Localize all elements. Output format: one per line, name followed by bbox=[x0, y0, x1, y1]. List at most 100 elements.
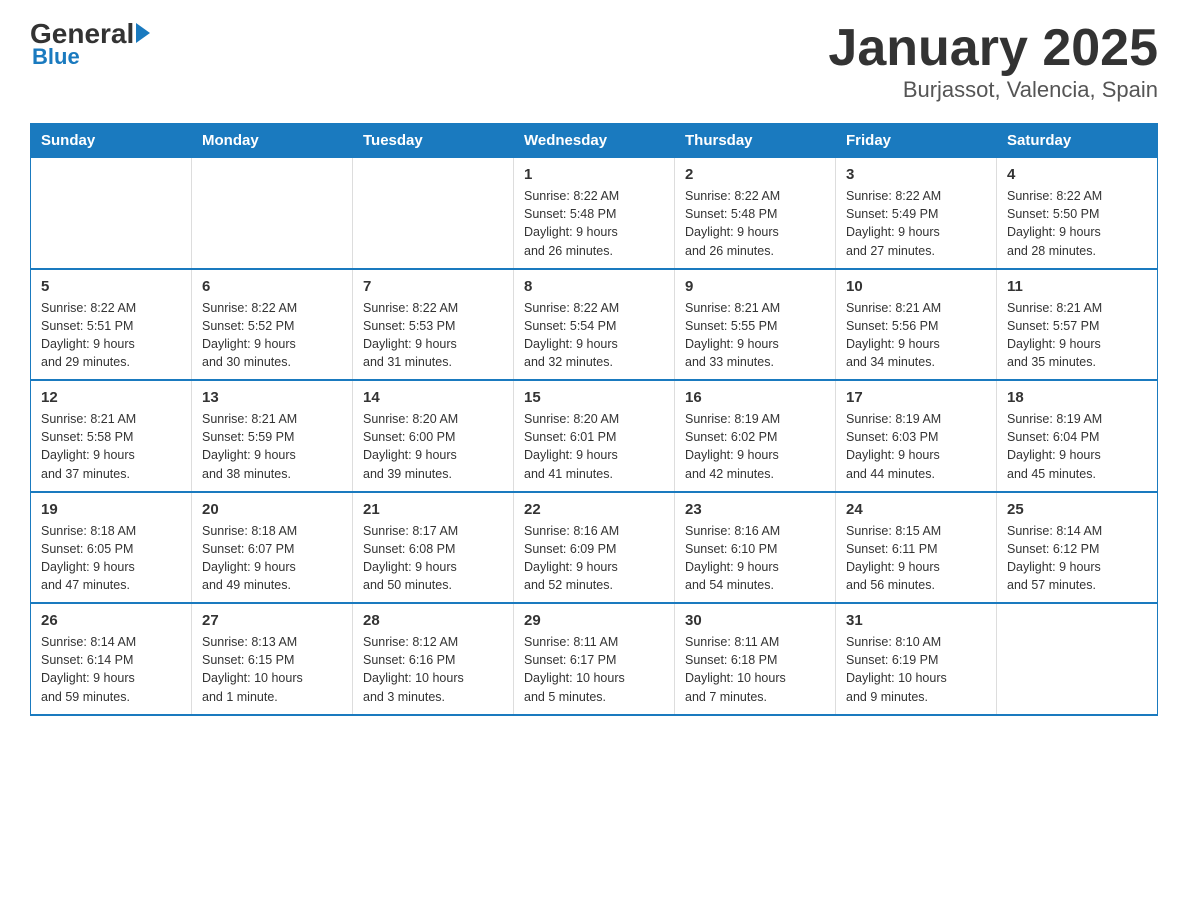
day-info-14: Sunrise: 8:20 AM Sunset: 6:00 PM Dayligh… bbox=[363, 410, 503, 483]
day-number-22: 22 bbox=[524, 501, 664, 518]
calendar-title: January 2025 bbox=[828, 20, 1158, 77]
week-row-5: 26 Sunrise: 8:14 AM Sunset: 6:14 PM Dayli… bbox=[31, 603, 1158, 715]
day-cell-8: 8 Sunrise: 8:22 AM Sunset: 5:54 PM Daylig… bbox=[514, 269, 675, 381]
empty-cell bbox=[192, 158, 353, 269]
day-number-30: 30 bbox=[685, 612, 825, 629]
day-number-26: 26 bbox=[41, 612, 181, 629]
day-info-25: Sunrise: 8:14 AM Sunset: 6:12 PM Dayligh… bbox=[1007, 522, 1147, 595]
day-info-12: Sunrise: 8:21 AM Sunset: 5:58 PM Dayligh… bbox=[41, 410, 181, 483]
day-info-2: Sunrise: 8:22 AM Sunset: 5:48 PM Dayligh… bbox=[685, 187, 825, 260]
day-number-31: 31 bbox=[846, 612, 986, 629]
day-info-17: Sunrise: 8:19 AM Sunset: 6:03 PM Dayligh… bbox=[846, 410, 986, 483]
week-row-2: 5 Sunrise: 8:22 AM Sunset: 5:51 PM Daylig… bbox=[31, 269, 1158, 381]
day-cell-13: 13 Sunrise: 8:21 AM Sunset: 5:59 PM Dayli… bbox=[192, 380, 353, 492]
day-number-24: 24 bbox=[846, 501, 986, 518]
day-cell-9: 9 Sunrise: 8:21 AM Sunset: 5:55 PM Daylig… bbox=[675, 269, 836, 381]
day-number-16: 16 bbox=[685, 389, 825, 406]
day-cell-30: 30 Sunrise: 8:11 AM Sunset: 6:18 PM Dayli… bbox=[675, 603, 836, 715]
day-number-10: 10 bbox=[846, 278, 986, 295]
day-info-5: Sunrise: 8:22 AM Sunset: 5:51 PM Dayligh… bbox=[41, 299, 181, 372]
day-info-31: Sunrise: 8:10 AM Sunset: 6:19 PM Dayligh… bbox=[846, 633, 986, 706]
day-number-1: 1 bbox=[524, 166, 664, 183]
day-cell-22: 22Sunrise: 8:16 AM Sunset: 6:09 PM Dayli… bbox=[514, 492, 675, 604]
day-cell-21: 21 Sunrise: 8:17 AM Sunset: 6:08 PM Dayli… bbox=[353, 492, 514, 604]
day-cell-3: 3 Sunrise: 8:22 AM Sunset: 5:49 PM Daylig… bbox=[836, 158, 997, 269]
day-number-18: 18 bbox=[1007, 389, 1147, 406]
day-number-17: 17 bbox=[846, 389, 986, 406]
calendar-table: SundayMondayTuesdayWednesdayThursdayFrid… bbox=[30, 123, 1158, 716]
header-cell-monday: Monday bbox=[192, 124, 353, 158]
day-cell-15: 15 Sunrise: 8:20 AM Sunset: 6:01 PM Dayli… bbox=[514, 380, 675, 492]
day-info-27: Sunrise: 8:13 AM Sunset: 6:15 PM Dayligh… bbox=[202, 633, 342, 706]
day-number-11: 11 bbox=[1007, 278, 1147, 295]
day-info-23: Sunrise: 8:16 AM Sunset: 6:10 PM Dayligh… bbox=[685, 522, 825, 595]
calendar-body: 1 Sunrise: 8:22 AM Sunset: 5:48 PM Daylig… bbox=[31, 158, 1158, 715]
week-row-3: 12 Sunrise: 8:21 AM Sunset: 5:58 PM Dayli… bbox=[31, 380, 1158, 492]
header-cell-wednesday: Wednesday bbox=[514, 124, 675, 158]
title-block: January 2025 Burjassot, Valencia, Spain bbox=[828, 20, 1158, 103]
day-number-9: 9 bbox=[685, 278, 825, 295]
day-cell-4: 4Sunrise: 8:22 AM Sunset: 5:50 PM Daylig… bbox=[997, 158, 1158, 269]
day-info-8: Sunrise: 8:22 AM Sunset: 5:54 PM Dayligh… bbox=[524, 299, 664, 372]
page-header: General Blue January 2025 Burjassot, Val… bbox=[30, 20, 1158, 103]
day-info-15: Sunrise: 8:20 AM Sunset: 6:01 PM Dayligh… bbox=[524, 410, 664, 483]
day-info-20: Sunrise: 8:18 AM Sunset: 6:07 PM Dayligh… bbox=[202, 522, 342, 595]
day-info-16: Sunrise: 8:19 AM Sunset: 6:02 PM Dayligh… bbox=[685, 410, 825, 483]
day-info-30: Sunrise: 8:11 AM Sunset: 6:18 PM Dayligh… bbox=[685, 633, 825, 706]
day-cell-25: 25 Sunrise: 8:14 AM Sunset: 6:12 PM Dayli… bbox=[997, 492, 1158, 604]
header-row: SundayMondayTuesdayWednesdayThursdayFrid… bbox=[31, 124, 1158, 158]
day-number-23: 23 bbox=[685, 501, 825, 518]
day-info-11: Sunrise: 8:21 AM Sunset: 5:57 PM Dayligh… bbox=[1007, 299, 1147, 372]
day-info-26: Sunrise: 8:14 AM Sunset: 6:14 PM Dayligh… bbox=[41, 633, 181, 706]
day-number-7: 7 bbox=[363, 278, 503, 295]
empty-cell bbox=[353, 158, 514, 269]
header-cell-friday: Friday bbox=[836, 124, 997, 158]
day-info-29: Sunrise: 8:11 AM Sunset: 6:17 PM Dayligh… bbox=[524, 633, 664, 706]
day-cell-17: 17 Sunrise: 8:19 AM Sunset: 6:03 PM Dayli… bbox=[836, 380, 997, 492]
week-row-1: 1 Sunrise: 8:22 AM Sunset: 5:48 PM Daylig… bbox=[31, 158, 1158, 269]
header-cell-saturday: Saturday bbox=[997, 124, 1158, 158]
day-cell-26: 26 Sunrise: 8:14 AM Sunset: 6:14 PM Dayli… bbox=[31, 603, 192, 715]
day-number-20: 20 bbox=[202, 501, 342, 518]
day-number-12: 12 bbox=[41, 389, 181, 406]
day-info-13: Sunrise: 8:21 AM Sunset: 5:59 PM Dayligh… bbox=[202, 410, 342, 483]
day-number-5: 5 bbox=[41, 278, 181, 295]
day-info-7: Sunrise: 8:22 AM Sunset: 5:53 PM Dayligh… bbox=[363, 299, 503, 372]
day-number-15: 15 bbox=[524, 389, 664, 406]
day-info-9: Sunrise: 8:21 AM Sunset: 5:55 PM Dayligh… bbox=[685, 299, 825, 372]
day-number-13: 13 bbox=[202, 389, 342, 406]
day-cell-5: 5 Sunrise: 8:22 AM Sunset: 5:51 PM Daylig… bbox=[31, 269, 192, 381]
day-info-24: Sunrise: 8:15 AM Sunset: 6:11 PM Dayligh… bbox=[846, 522, 986, 595]
header-cell-tuesday: Tuesday bbox=[353, 124, 514, 158]
logo: General Blue bbox=[30, 20, 150, 70]
day-cell-1: 1 Sunrise: 8:22 AM Sunset: 5:48 PM Daylig… bbox=[514, 158, 675, 269]
day-info-3: Sunrise: 8:22 AM Sunset: 5:49 PM Dayligh… bbox=[846, 187, 986, 260]
calendar-header: SundayMondayTuesdayWednesdayThursdayFrid… bbox=[31, 124, 1158, 158]
day-info-1: Sunrise: 8:22 AM Sunset: 5:48 PM Dayligh… bbox=[524, 187, 664, 260]
day-number-21: 21 bbox=[363, 501, 503, 518]
day-cell-18: 18Sunrise: 8:19 AM Sunset: 6:04 PM Dayli… bbox=[997, 380, 1158, 492]
day-info-6: Sunrise: 8:22 AM Sunset: 5:52 PM Dayligh… bbox=[202, 299, 342, 372]
day-cell-14: 14Sunrise: 8:20 AM Sunset: 6:00 PM Dayli… bbox=[353, 380, 514, 492]
day-cell-23: 23 Sunrise: 8:16 AM Sunset: 6:10 PM Dayli… bbox=[675, 492, 836, 604]
day-number-29: 29 bbox=[524, 612, 664, 629]
day-cell-12: 12 Sunrise: 8:21 AM Sunset: 5:58 PM Dayli… bbox=[31, 380, 192, 492]
week-row-4: 19 Sunrise: 8:18 AM Sunset: 6:05 PM Dayli… bbox=[31, 492, 1158, 604]
day-number-4: 4 bbox=[1007, 166, 1147, 183]
day-cell-7: 7 Sunrise: 8:22 AM Sunset: 5:53 PM Daylig… bbox=[353, 269, 514, 381]
day-number-19: 19 bbox=[41, 501, 181, 518]
day-number-3: 3 bbox=[846, 166, 986, 183]
day-cell-24: 24 Sunrise: 8:15 AM Sunset: 6:11 PM Dayli… bbox=[836, 492, 997, 604]
day-info-28: Sunrise: 8:12 AM Sunset: 6:16 PM Dayligh… bbox=[363, 633, 503, 706]
day-info-19: Sunrise: 8:18 AM Sunset: 6:05 PM Dayligh… bbox=[41, 522, 181, 595]
header-cell-thursday: Thursday bbox=[675, 124, 836, 158]
day-cell-16: 16 Sunrise: 8:19 AM Sunset: 6:02 PM Dayli… bbox=[675, 380, 836, 492]
day-number-25: 25 bbox=[1007, 501, 1147, 518]
logo-arrow-icon bbox=[136, 23, 150, 43]
day-info-21: Sunrise: 8:17 AM Sunset: 6:08 PM Dayligh… bbox=[363, 522, 503, 595]
day-number-27: 27 bbox=[202, 612, 342, 629]
day-cell-27: 27 Sunrise: 8:13 AM Sunset: 6:15 PM Dayli… bbox=[192, 603, 353, 715]
day-number-6: 6 bbox=[202, 278, 342, 295]
day-number-8: 8 bbox=[524, 278, 664, 295]
day-cell-2: 2Sunrise: 8:22 AM Sunset: 5:48 PM Daylig… bbox=[675, 158, 836, 269]
